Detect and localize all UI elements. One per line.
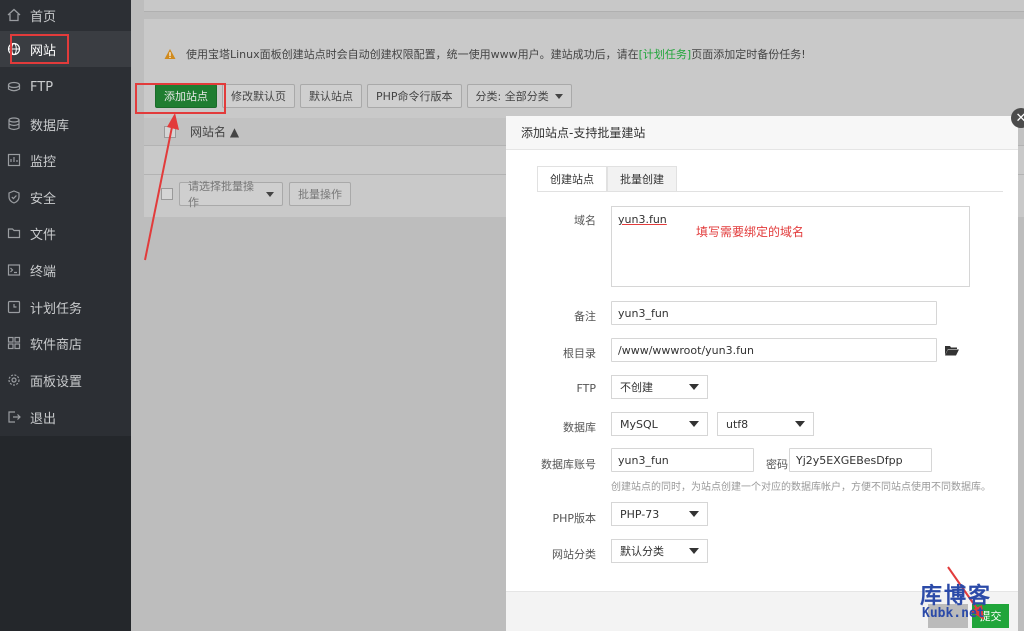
password-input[interactable]: Yj2y5EXGEBesDfpp xyxy=(789,448,932,472)
db-account-input[interactable]: yun3_fun xyxy=(611,448,754,472)
sidebar-item-label: 监控 xyxy=(30,154,57,170)
gear-icon xyxy=(6,372,22,388)
db-account-label: 数据库账号 xyxy=(541,458,596,471)
domain-textarea[interactable]: yun3.fun xyxy=(611,206,970,287)
tab-batch-create[interactable]: 批量创建 xyxy=(607,166,677,192)
chevron-down-icon xyxy=(689,548,699,554)
database-icon xyxy=(6,116,22,132)
watermark-url: Kubk.net xyxy=(922,606,985,621)
add-site-modal: 添加站点-支持批量建站 创建站点 批量创建 域名 yun3.fun 填写需要绑定… xyxy=(506,116,1018,631)
batch-bar: 请选择批量操作 批量操作 xyxy=(161,180,351,209)
batch-select[interactable]: 请选择批量操作 xyxy=(179,180,283,209)
sidebar-item-label: 退出 xyxy=(30,411,57,427)
site-category-value: 默认分类 xyxy=(620,545,664,558)
sidebar-item-monitor[interactable]: 监控 xyxy=(0,142,131,178)
domain-hint: 填写需要绑定的域名 xyxy=(696,225,805,239)
clock-icon xyxy=(6,299,22,315)
charset-value: utf8 xyxy=(726,417,749,431)
ftp-select[interactable]: 不创建 xyxy=(611,375,708,399)
close-icon[interactable]: ✕ xyxy=(1011,108,1024,128)
sidebar-item-terminal[interactable]: 终端 xyxy=(0,252,131,288)
category-dropdown[interactable]: 分类: 全部分类 xyxy=(466,84,572,108)
sidebar-item-ftp[interactable]: FTP xyxy=(0,69,131,105)
charset-select[interactable]: utf8 xyxy=(717,412,814,436)
annotation-box-website xyxy=(10,34,69,64)
chevron-down-icon xyxy=(689,421,699,427)
watermark: 库博客 Kubk.net xyxy=(920,578,1010,630)
folder-icon xyxy=(6,225,22,241)
batch-button[interactable]: 批量操作 xyxy=(289,182,351,206)
tab-divider xyxy=(537,191,1003,192)
category-dropdown-label: 分类: 全部分类 xyxy=(475,90,549,103)
sidebar-item-label: 面板设置 xyxy=(30,374,83,390)
site-category-label: 网站分类 xyxy=(552,548,596,561)
chevron-down-icon xyxy=(689,511,699,517)
sidebar: 首页 网站 FTP 数据库 监控 安全 文件 终端 计划任务 软件商店 面板设置 xyxy=(0,0,131,631)
domain-label: 域名 xyxy=(574,214,596,227)
sidebar-item-home[interactable]: 首页 xyxy=(0,0,131,33)
remark-input[interactable]: yun3_fun xyxy=(611,301,937,325)
root-dir-label: 根目录 xyxy=(563,347,596,360)
edit-default-page-button[interactable]: 修改默认页 xyxy=(222,84,295,108)
column-site-name[interactable]: 网站名 ▲ xyxy=(190,123,239,140)
database-note: 创建站点的同时，为站点创建一个对应的数据库帐户，方便不同站点使用不同数据库。 xyxy=(611,482,991,493)
root-dir-input[interactable]: /www/wwwroot/yun3.fun xyxy=(611,338,937,362)
sidebar-item-label: 文件 xyxy=(30,227,57,243)
logout-icon xyxy=(6,409,22,425)
sidebar-item-appstore[interactable]: 软件商店 xyxy=(0,325,131,361)
domain-value: yun3.fun xyxy=(618,213,667,226)
sidebar-item-database[interactable]: 数据库 xyxy=(0,106,131,142)
php-version-value: PHP-73 xyxy=(620,507,660,521)
sidebar-item-label: 首页 xyxy=(30,9,57,25)
sidebar-footer xyxy=(0,436,131,631)
tab-create-site[interactable]: 创建站点 xyxy=(537,166,607,192)
sidebar-item-cron[interactable]: 计划任务 xyxy=(0,289,131,325)
monitor-icon xyxy=(6,152,22,168)
warning-icon xyxy=(164,49,176,59)
notice-text-end: 页面添加定时备份任务! xyxy=(691,48,806,61)
sidebar-item-label: 计划任务 xyxy=(30,301,83,317)
sidebar-item-files[interactable]: 文件 xyxy=(0,215,131,251)
notice-text: 使用宝塔Linux面板创建站点时会自动创建权限配置，统一使用www用户。建站成功… xyxy=(186,48,639,61)
sidebar-item-label: 安全 xyxy=(30,191,57,207)
sidebar-item-logout[interactable]: 退出 xyxy=(0,399,131,435)
modal-tabs: 创建站点 批量创建 xyxy=(537,166,677,192)
shield-icon xyxy=(6,189,22,205)
database-type-select[interactable]: MySQL xyxy=(611,412,708,436)
folder-open-icon[interactable] xyxy=(945,345,959,356)
php-version-select[interactable]: PHP-73 xyxy=(611,502,708,526)
grid-icon xyxy=(6,335,22,351)
database-type-value: MySQL xyxy=(620,417,658,431)
database-label: 数据库 xyxy=(563,421,596,434)
annotation-arrow xyxy=(144,113,179,261)
sidebar-item-security[interactable]: 安全 xyxy=(0,179,131,215)
ftp-label: FTP xyxy=(576,382,597,395)
sidebar-item-label: FTP xyxy=(30,79,54,95)
chevron-down-icon xyxy=(689,384,699,390)
ftp-select-value: 不创建 xyxy=(620,381,653,394)
sidebar-item-label: 软件商店 xyxy=(30,337,83,353)
sidebar-item-label: 终端 xyxy=(30,264,57,280)
batch-select-placeholder: 请选择批量操作 xyxy=(188,180,254,209)
chevron-down-icon xyxy=(554,93,563,99)
remark-label: 备注 xyxy=(574,310,596,323)
php-cli-button[interactable]: PHP命令行版本 xyxy=(367,84,462,108)
sidebar-item-settings[interactable]: 面板设置 xyxy=(0,362,131,398)
php-version-label: PHP版本 xyxy=(552,512,596,525)
password-label: 密码 xyxy=(766,458,788,471)
notice-bar: 使用宝塔Linux面板创建站点时会自动创建权限配置，统一使用www用户。建站成功… xyxy=(164,46,806,62)
default-site-button[interactable]: 默认站点 xyxy=(300,84,362,108)
chevron-down-icon xyxy=(266,191,274,197)
modal-title: 添加站点-支持批量建站 xyxy=(506,116,1018,150)
terminal-icon xyxy=(6,262,22,278)
cron-link[interactable]: [计划任务] xyxy=(639,46,692,62)
chevron-down-icon xyxy=(795,421,805,427)
home-icon xyxy=(6,7,22,23)
ftp-icon xyxy=(6,79,22,95)
site-category-select[interactable]: 默认分类 xyxy=(611,539,708,563)
top-panel xyxy=(144,0,1024,12)
sidebar-item-label: 数据库 xyxy=(30,118,70,134)
